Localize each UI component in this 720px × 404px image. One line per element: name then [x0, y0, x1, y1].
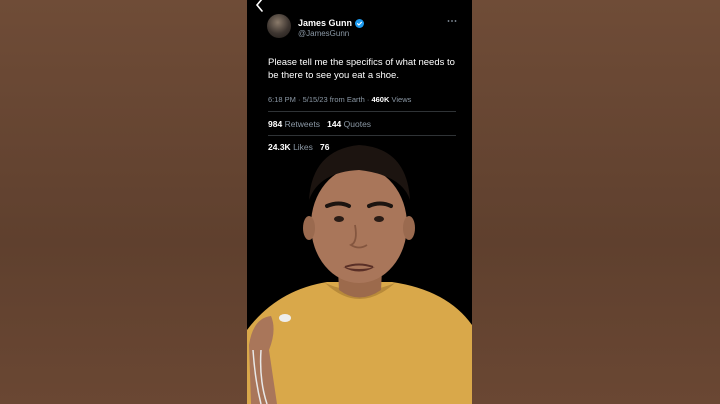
tweet-text: Please tell me the specifics of what nee…: [268, 57, 455, 81]
left-blurred-background: [0, 0, 247, 404]
tweet-header: James Gunn @JamesGunn: [267, 14, 467, 44]
author-name-row: James Gunn: [298, 16, 365, 30]
tweet-source: from Earth: [329, 95, 365, 104]
top-bar: [247, 0, 472, 14]
author-name[interactable]: James Gunn: [298, 18, 352, 28]
right-blurred-background: [472, 0, 720, 404]
meta-separator: ·: [298, 95, 301, 104]
tweet-meta: 6:18 PM · 5/15/23 from Earth · 460K View…: [268, 95, 464, 104]
more-horizontal-icon[interactable]: [447, 19, 457, 23]
quotes-count[interactable]: 144: [327, 119, 341, 129]
avatar[interactable]: [267, 14, 291, 38]
chevron-left-icon[interactable]: [254, 0, 266, 12]
presenter-image: [247, 145, 472, 404]
divider: [268, 135, 456, 136]
meta-separator: ·: [366, 95, 370, 104]
divider: [268, 111, 456, 112]
verified-badge-icon: [355, 18, 365, 28]
views-count: 460K: [371, 95, 390, 104]
retweets-quotes-row: 984 Retweets 144 Quotes: [268, 119, 371, 129]
retweets-count[interactable]: 984: [268, 119, 282, 129]
tweet-time[interactable]: 6:18 PM: [268, 95, 296, 104]
video-frame: James Gunn @JamesGunn Please tell me the…: [247, 0, 472, 404]
tweet-date[interactable]: 5/15/23: [303, 95, 328, 104]
author-handle[interactable]: @JamesGunn: [298, 29, 349, 38]
retweets-label[interactable]: Retweets: [285, 119, 320, 129]
views-label: Views: [391, 95, 412, 104]
quotes-label[interactable]: Quotes: [344, 119, 371, 129]
